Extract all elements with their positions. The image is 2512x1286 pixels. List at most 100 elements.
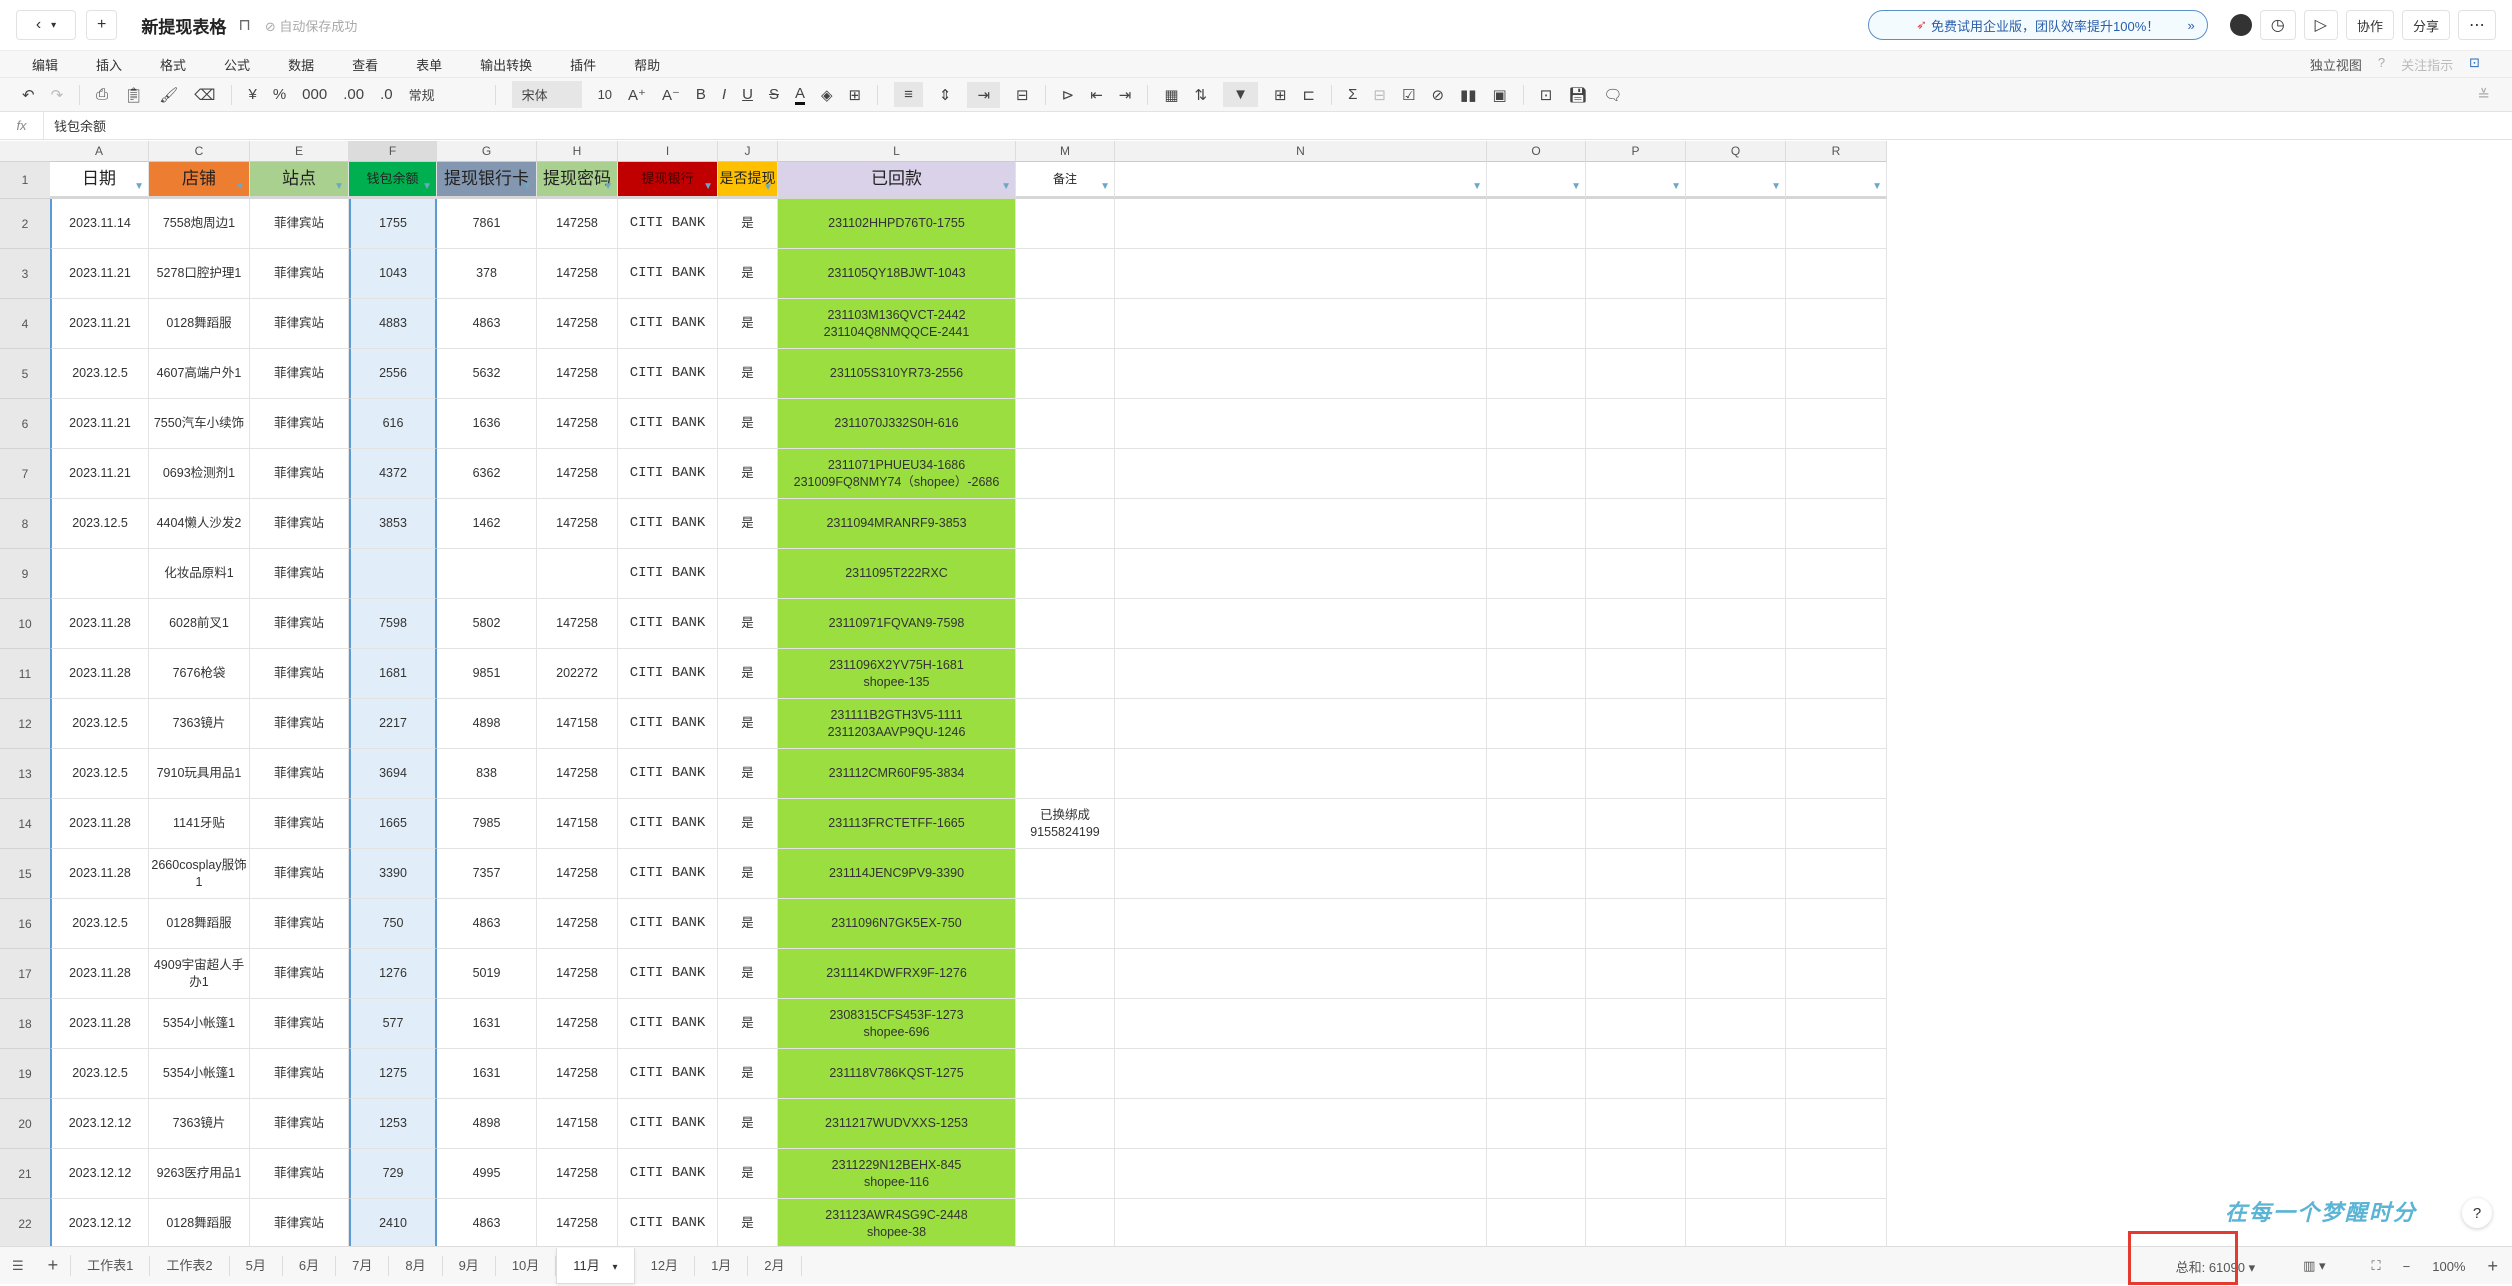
vertical-align-icon[interactable]: ⇕ [939,86,952,104]
table-cell[interactable] [1586,799,1686,849]
table-cell[interactable]: 1636 [437,399,537,449]
table-cell[interactable]: 2023.12.12 [50,1149,149,1199]
column-header[interactable]: O [1487,141,1586,162]
header-cell[interactable]: ▼ [1487,162,1586,199]
sheet-tab[interactable]: 8月 [389,1255,443,1276]
table-cell[interactable] [1487,499,1586,549]
table-cell[interactable]: 2311070J332S0H-616 [778,399,1016,449]
column-header[interactable]: P [1586,141,1686,162]
table-cell[interactable] [1786,749,1887,799]
table-cell[interactable]: 147258 [537,999,618,1049]
table-cell[interactable]: 2311096N7GK5EX-750 [778,899,1016,949]
rotate-text-icon[interactable]: ⊳ [1062,86,1075,104]
table-cell[interactable]: CITI BANK [618,649,718,699]
table-cell[interactable] [1487,399,1586,449]
table-cell[interactable]: 是 [718,599,778,649]
table-cell[interactable]: 菲律宾站 [250,849,349,899]
table-cell[interactable]: 202272 [537,649,618,699]
menu-item[interactable]: 格式 [160,55,186,74]
table-cell[interactable]: CITI BANK [618,1199,718,1249]
table-cell[interactable]: 5019 [437,949,537,999]
table-cell[interactable] [1786,1099,1887,1149]
table-cell[interactable]: 6028前叉1 [149,599,250,649]
table-cell[interactable]: CITI BANK [618,1049,718,1099]
column-header[interactable]: M [1016,141,1115,162]
table-cell[interactable] [1016,899,1115,949]
row-header[interactable]: 7 [0,449,50,499]
table-cell[interactable] [1487,749,1586,799]
table-cell[interactable]: CITI BANK [618,1099,718,1149]
table-cell[interactable] [1686,299,1786,349]
table-cell[interactable] [1786,1149,1887,1199]
table-cell[interactable]: 2217 [349,699,437,749]
filter-icon[interactable]: ▼ [603,180,613,194]
header-cell[interactable]: ▼ [1586,162,1686,199]
header-cell[interactable]: 提现银行 ▼ [618,162,718,199]
table-cell[interactable] [1686,449,1786,499]
table-cell[interactable]: 2311217WUDVXXS-1253 [778,1099,1016,1149]
font-color-icon[interactable]: A [794,85,805,105]
header-cell[interactable]: ▼ [1686,162,1786,199]
table-cell[interactable]: 616 [349,399,437,449]
menu-item[interactable]: 查看 [352,55,378,74]
save-icon[interactable]: 💾︎ [1568,86,1587,104]
table-cell[interactable] [1487,999,1586,1049]
table-cell[interactable]: 4404懒人沙发2 [149,499,250,549]
sheet-list-icon[interactable]: ☰ [0,1258,36,1274]
table-cell[interactable]: 147258 [537,449,618,499]
sheet-tab[interactable]: 12月 [635,1255,696,1276]
column-header[interactable]: R [1786,141,1887,162]
zoom-in-button[interactable]: + [2487,1256,2498,1277]
table-cell[interactable]: 147258 [537,849,618,899]
table-cell[interactable] [1016,1199,1115,1249]
table-cell[interactable]: 4863 [437,1199,537,1249]
table-cell[interactable]: 7550汽车小续饰 [149,399,250,449]
table-cell[interactable] [1016,349,1115,399]
table-cell[interactable]: 9263医疗用品1 [149,1149,250,1199]
table-cell[interactable]: 2023.11.28 [50,599,149,649]
document-title[interactable]: 新提现表格 [141,13,226,38]
table-cell[interactable]: CITI BANK [618,599,718,649]
table-cell[interactable] [1586,299,1686,349]
table-cell[interactable]: 是 [718,1199,778,1249]
table-cell[interactable]: 2311095T222RXC [778,549,1016,599]
table-cell[interactable] [718,549,778,599]
column-header[interactable]: G [437,141,537,162]
menu-item[interactable]: 帮助 [634,55,660,74]
table-cell[interactable] [1487,1099,1586,1149]
percent-button[interactable]: % [273,86,286,103]
table-cell[interactable]: 378 [437,249,537,299]
table-cell[interactable] [1016,1049,1115,1099]
header-cell[interactable]: 提现银行卡 ▼ [437,162,537,199]
table-cell[interactable] [1686,599,1786,649]
table-cell[interactable]: 2556 [349,349,437,399]
table-cell[interactable] [1487,299,1586,349]
table-cell[interactable]: 7985 [437,799,537,849]
header-cell[interactable]: ▼ [1115,162,1487,199]
merge-icon[interactable]: ⊟ [1016,86,1029,104]
row-header[interactable]: 6 [0,399,50,449]
table-cell[interactable]: CITI BANK [618,749,718,799]
column-header[interactable]: A [50,141,149,162]
table-cell[interactable] [1586,849,1686,899]
clear-icon[interactable]: ⌫ [194,86,215,104]
table-cell[interactable] [1586,699,1686,749]
table-cell[interactable] [1115,749,1487,799]
history-button[interactable]: ◷ [2259,10,2296,40]
table-cell[interactable] [1487,549,1586,599]
table-cell[interactable] [1586,1149,1686,1199]
table-cell[interactable]: 4863 [437,299,537,349]
table-cell[interactable] [1686,1199,1786,1249]
table-cell[interactable] [1115,299,1487,349]
table-cell[interactable]: 147258 [537,899,618,949]
table-cell[interactable]: 是 [718,249,778,299]
table-cell[interactable] [1686,749,1786,799]
row-header[interactable]: 10 [0,599,50,649]
avatar[interactable] [2229,14,2252,36]
font-size-select[interactable]: 10 [598,87,612,102]
table-cell[interactable]: 2023.11.28 [50,849,149,899]
table-cell[interactable]: 1275 [349,1049,437,1099]
outdent-icon[interactable]: ⇥ [1119,86,1132,104]
table-cell[interactable] [1786,649,1887,699]
row-header[interactable]: 16 [0,899,50,949]
